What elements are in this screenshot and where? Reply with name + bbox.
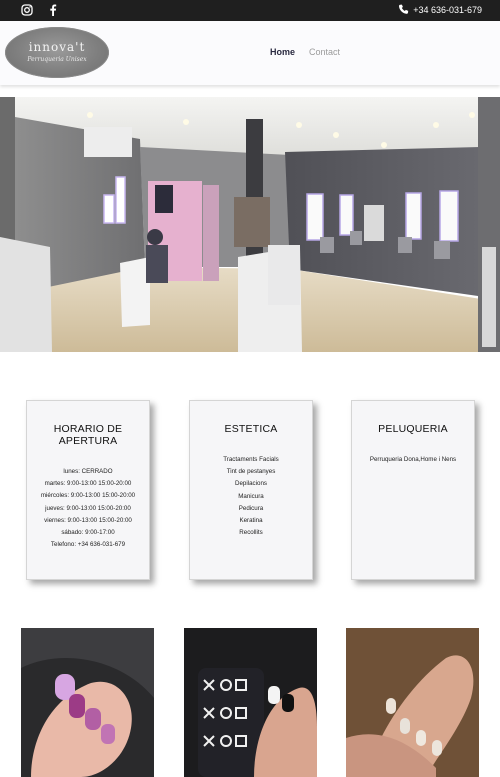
list-item: martes: 9:00-13:00 15:00-20:00 bbox=[44, 480, 132, 488]
list-item: Depilacions bbox=[235, 480, 267, 488]
list-item: Perruqueria Dona,Home i Nens bbox=[369, 456, 457, 463]
card-title: ESTETICA bbox=[224, 423, 278, 435]
logo[interactable]: innova't Perruqueria Unisex bbox=[5, 27, 109, 78]
nav-contact[interactable]: Contact bbox=[309, 47, 340, 57]
list-item: sábado: 9:00-17:00 bbox=[61, 529, 115, 537]
list-item: Tint de pestanyes bbox=[226, 468, 276, 476]
estetica-card: ESTETICA Tractaments Facials Tint de pes… bbox=[189, 400, 313, 580]
salon-panorama-image bbox=[0, 97, 500, 352]
card-title: HORARIO DE APERTURA bbox=[53, 423, 123, 447]
phone-contact[interactable]: +34 636-031-679 bbox=[398, 4, 482, 15]
facebook-icon[interactable] bbox=[46, 3, 60, 17]
site-header: innova't Perruqueria Unisex Home Contact bbox=[0, 21, 500, 85]
opening-hours-list: lunes: CERRADO martes: 9:00-13:00 15:00-… bbox=[27, 466, 149, 551]
nails-photo-3 bbox=[346, 628, 479, 777]
list-item: Telefono: +34 636-031-679 bbox=[50, 541, 126, 549]
logo-tagline: Perruqueria Unisex bbox=[27, 56, 87, 63]
list-item: Keratina bbox=[239, 517, 263, 525]
nails-photo-2 bbox=[184, 628, 317, 777]
phone-icon bbox=[398, 4, 409, 15]
list-item: viernes: 9:00-13:00 15:00-20:00 bbox=[44, 516, 132, 524]
list-item: Manicura bbox=[238, 492, 264, 500]
list-item: Pedicura bbox=[238, 504, 264, 512]
peluqueria-services-list: Perruqueria Dona,Home i Nens bbox=[352, 454, 474, 466]
instagram-icon[interactable] bbox=[20, 3, 34, 17]
list-item: Recollits bbox=[239, 529, 263, 537]
peluqueria-card: PELUQUERIA Perruqueria Dona,Home i Nens bbox=[351, 400, 475, 580]
logo-brand: innova't bbox=[28, 40, 86, 54]
estetica-services-list: Tractaments Facials Tint de pestanyes De… bbox=[190, 454, 312, 539]
social-links bbox=[20, 3, 60, 17]
list-item: Tractaments Facials bbox=[223, 456, 279, 463]
nails-photo-1 bbox=[21, 628, 154, 777]
list-item: lunes: CERRADO bbox=[63, 468, 113, 475]
phone-number: +34 636-031-679 bbox=[413, 4, 482, 15]
list-item: jueves: 9:00-13:00 15:00-20:00 bbox=[45, 504, 131, 512]
opening-hours-card: HORARIO DE APERTURA lunes: CERRADO marte… bbox=[26, 400, 150, 580]
card-title: PELUQUERIA bbox=[378, 423, 448, 435]
top-bar: +34 636-031-679 bbox=[0, 0, 500, 21]
nav-home[interactable]: Home bbox=[270, 47, 295, 57]
main-nav: Home Contact bbox=[270, 47, 340, 57]
list-item: miércoles: 9:00-13:00 15:00-20:00 bbox=[40, 492, 136, 500]
